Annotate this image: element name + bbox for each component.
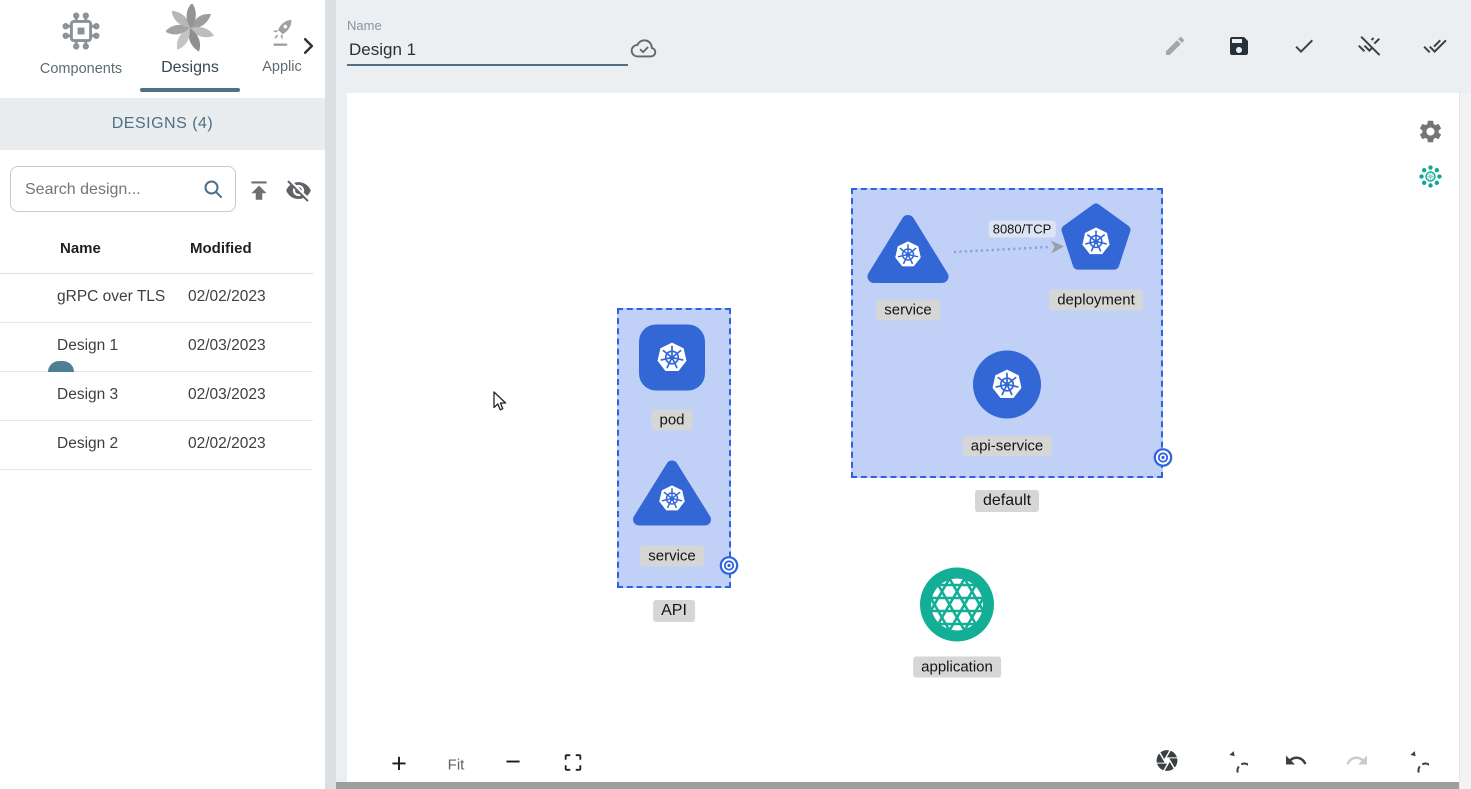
node-service-api[interactable] — [628, 457, 716, 538]
zoom-out-button[interactable]: − — [505, 747, 521, 778]
table-row[interactable]: Design 3 02/03/2023 — [0, 372, 313, 421]
node-label: application — [913, 657, 1001, 678]
upload-design-icon[interactable] — [246, 177, 272, 208]
tab-applications-label: Applic — [250, 59, 314, 75]
group-resize-handle[interactable] — [1153, 448, 1173, 473]
kubernetes-context-icon[interactable] — [1418, 164, 1443, 194]
design-name: Design 2 — [57, 435, 118, 453]
designs-count-header: DESIGNS (4) — [0, 98, 325, 150]
group-resize-handle[interactable] — [719, 556, 739, 581]
undo-icon[interactable] — [1284, 749, 1308, 778]
hide-designs-icon[interactable] — [285, 177, 312, 209]
node-deployment[interactable] — [1057, 202, 1135, 283]
group-label: API — [653, 600, 695, 622]
design-canvas[interactable]: pod service API — [347, 93, 1459, 782]
validate-check-icon[interactable] — [1292, 34, 1316, 58]
table-row[interactable]: Design 2 02/02/2023 — [0, 421, 313, 470]
reset-history-icon[interactable] — [1405, 749, 1429, 778]
node-label: pod — [651, 410, 692, 431]
rotate-left-icon[interactable] — [1224, 749, 1248, 778]
node-pod[interactable] — [637, 323, 707, 398]
designs-table: gRPC over TLS 02/02/2023 Design 1 02/03/… — [0, 273, 313, 470]
save-icon[interactable] — [1227, 34, 1251, 58]
zoom-in-button[interactable]: + — [391, 749, 407, 780]
tabs-scroll-right-icon[interactable] — [301, 37, 316, 60]
node-label: service — [640, 546, 704, 567]
vertical-scrollbar[interactable] — [1459, 93, 1471, 789]
screenshot-shutter-icon[interactable] — [1155, 748, 1180, 778]
node-api-service[interactable] — [972, 350, 1042, 425]
node-label: deployment — [1049, 290, 1143, 311]
avatar-badge — [48, 361, 74, 372]
design-modified: 02/03/2023 — [188, 337, 266, 355]
undeploy-remove-done-icon[interactable] — [1357, 34, 1381, 58]
tab-components[interactable]: Components — [24, 8, 138, 77]
fullscreen-icon[interactable] — [562, 752, 584, 779]
active-tab-indicator — [140, 88, 240, 92]
tab-designs-label: Designs — [138, 59, 242, 77]
design-name: Design 1 — [57, 337, 118, 355]
node-service-default[interactable] — [862, 211, 954, 296]
search-input[interactable] — [23, 173, 187, 207]
designs-pinwheel-icon — [166, 4, 214, 57]
column-header-modified[interactable]: Modified — [190, 240, 252, 257]
applications-icon — [262, 12, 302, 57]
search-icon — [201, 177, 225, 206]
horizontal-scrollbar[interactable] — [325, 782, 1471, 789]
design-modified: 02/03/2023 — [188, 386, 266, 404]
components-icon — [58, 8, 104, 59]
tab-designs[interactable]: Designs — [138, 4, 242, 77]
sidebar: Components Designs — [0, 0, 325, 789]
node-application[interactable] — [918, 566, 996, 649]
table-row[interactable]: gRPC over TLS 02/02/2023 — [0, 274, 313, 323]
sidebar-scrollbar[interactable] — [325, 0, 336, 789]
group-label: default — [975, 490, 1039, 512]
cloud-saved-icon — [629, 34, 659, 65]
main-area: Name — [325, 0, 1471, 789]
design-name-input[interactable] — [347, 36, 632, 64]
input-underline — [347, 64, 628, 66]
table-row[interactable]: Design 1 02/03/2023 — [0, 323, 313, 372]
search-box[interactable] — [10, 166, 236, 212]
node-label: api-service — [963, 436, 1052, 457]
design-name-label: Name — [347, 18, 382, 33]
mouse-cursor — [493, 391, 508, 417]
zoom-fit-button[interactable]: Fit — [448, 757, 465, 774]
edit-icon[interactable] — [1163, 34, 1187, 58]
column-header-name[interactable]: Name — [60, 240, 101, 257]
deploy-done-all-icon[interactable] — [1423, 34, 1447, 58]
canvas-settings-icon[interactable] — [1417, 118, 1444, 150]
design-name: Design 3 — [57, 386, 118, 404]
redo-icon[interactable] — [1345, 749, 1369, 778]
design-modified: 02/02/2023 — [188, 288, 266, 306]
design-name: gRPC over TLS — [57, 288, 165, 306]
node-label: service — [876, 300, 940, 321]
meshery-app-window: Components Designs — [0, 0, 1471, 789]
edge-label: 8080/TCP — [989, 221, 1056, 238]
design-modified: 02/02/2023 — [188, 435, 266, 453]
tab-components-label: Components — [24, 61, 138, 77]
